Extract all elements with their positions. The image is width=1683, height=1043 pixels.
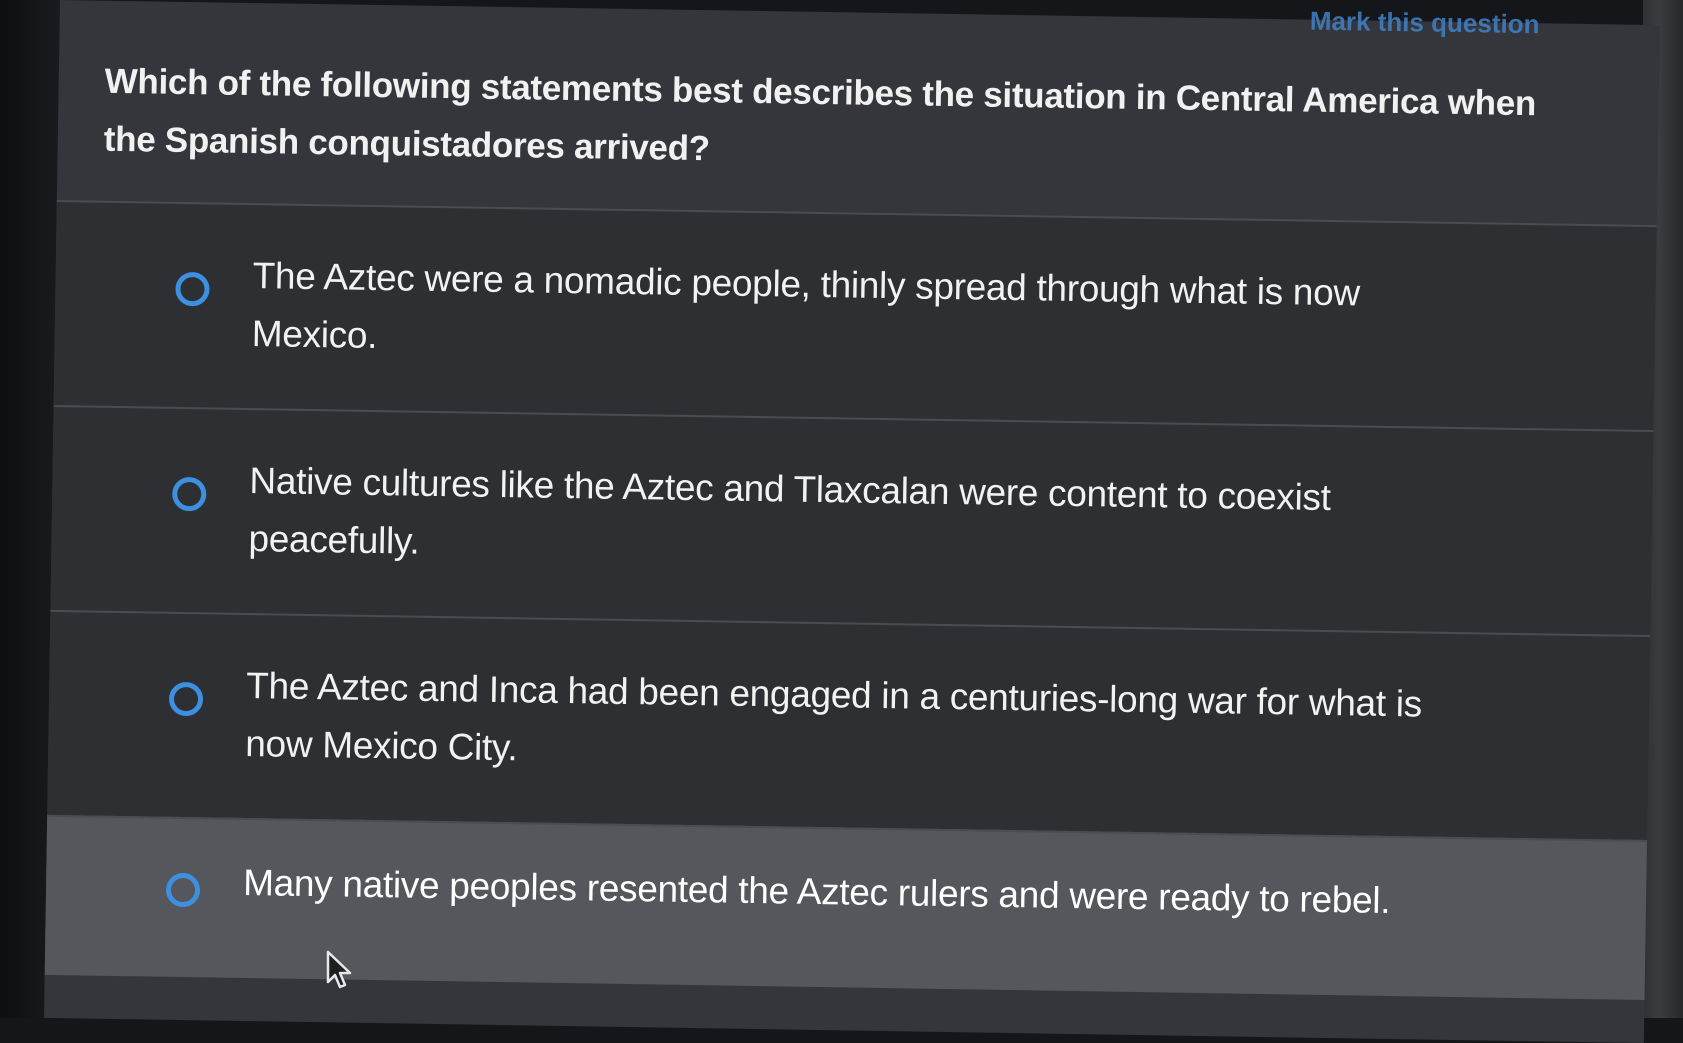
- radio-unchecked-icon[interactable]: [171, 476, 207, 512]
- radio-unchecked-icon[interactable]: [168, 681, 204, 717]
- answer-option-label: Native cultures like the Aztec and Tlaxc…: [248, 460, 1331, 562]
- answer-option-3[interactable]: The Aztec and Inca had been engaged in a…: [47, 609, 1651, 841]
- quiz-screen: Mark this question Which of the followin…: [44, 0, 1660, 1043]
- answer-options: The Aztec were a nomadic people, thinly …: [44, 199, 1657, 1001]
- radio-unchecked-icon[interactable]: [175, 271, 210, 307]
- answer-option-2[interactable]: Native cultures like the Aztec and Tlaxc…: [50, 404, 1654, 636]
- answer-option-4[interactable]: Many native peoples resented the Aztec r…: [44, 814, 1648, 1001]
- question-text: Which of the following statements best d…: [103, 61, 1537, 169]
- mark-question-link[interactable]: Mark this question: [1310, 6, 1540, 41]
- answer-option-label: The Aztec and Inca had been engaged in a…: [245, 665, 1423, 769]
- answer-option-label: The Aztec were a nomadic people, thinly …: [251, 255, 1361, 357]
- answer-option-label: Many native peoples resented the Aztec r…: [242, 861, 1391, 922]
- answer-option-1[interactable]: The Aztec were a nomadic people, thinly …: [53, 199, 1657, 431]
- radio-unchecked-icon[interactable]: [165, 872, 201, 908]
- mouse-pointer-icon: [326, 950, 352, 989]
